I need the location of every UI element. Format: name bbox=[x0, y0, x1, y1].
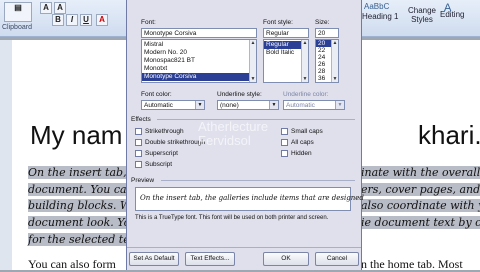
document-line: document. You can bbox=[28, 183, 134, 196]
document-line: building blocks. W bbox=[28, 199, 132, 212]
preview-divider bbox=[161, 180, 355, 181]
scroll-up-icon[interactable]: ▲ bbox=[332, 40, 338, 46]
double-strikethrough-label: Double strikethrough bbox=[145, 139, 205, 146]
font-size-grow-button[interactable]: A bbox=[40, 2, 52, 14]
subscript-label: Subscript bbox=[145, 161, 173, 168]
underline-style-label: Underline style: bbox=[217, 91, 262, 98]
font-list-item-selected[interactable]: Monotype Corsiva bbox=[142, 73, 256, 81]
style-gallery-preview[interactable]: AaBbC bbox=[364, 2, 389, 11]
effects-label: Effects bbox=[131, 116, 151, 123]
font-label: Font: bbox=[141, 19, 156, 26]
paste-icon[interactable]: ▤ bbox=[4, 2, 32, 22]
superscript-checkbox[interactable] bbox=[135, 150, 142, 157]
truetype-note: This is a TrueType font. This font will … bbox=[135, 215, 329, 221]
hidden-label: Hidden bbox=[291, 150, 312, 157]
button-divider bbox=[127, 247, 361, 248]
font-list-scrollbar[interactable]: ▲ ▼ bbox=[249, 40, 256, 82]
preview-box: On the insert tab, the galleries include… bbox=[135, 187, 364, 211]
document-line: inate with the overall lo bbox=[361, 166, 480, 179]
all-caps-label: All caps bbox=[291, 139, 314, 146]
preview-text: On the insert tab, the galleries include… bbox=[140, 194, 364, 202]
change-styles-button[interactable]: Change Styles bbox=[406, 6, 438, 24]
hidden-checkbox[interactable] bbox=[281, 150, 288, 157]
bold-button[interactable]: B bbox=[52, 14, 64, 26]
strikethrough-checkbox[interactable] bbox=[135, 128, 142, 135]
scroll-down-icon[interactable]: ▼ bbox=[332, 76, 338, 82]
style-heading1[interactable]: Heading 1 bbox=[362, 12, 398, 21]
cancel-button[interactable]: Cancel bbox=[315, 252, 359, 266]
font-color-label: Font color: bbox=[141, 91, 172, 98]
font-color-value: Automatic bbox=[144, 102, 173, 109]
underline-style-select[interactable]: (none) ▼ bbox=[217, 100, 279, 110]
scroll-up-icon[interactable]: ▲ bbox=[302, 40, 308, 46]
preview-label: Preview bbox=[131, 177, 155, 184]
double-strikethrough-checkbox[interactable] bbox=[135, 139, 142, 146]
styles-area: AaBbC Heading 1 Change Styles A Editing bbox=[360, 0, 480, 36]
document-line: On the insert tab, bbox=[28, 166, 127, 179]
scroll-down-icon[interactable]: ▼ bbox=[250, 76, 256, 82]
ok-button[interactable]: OK bbox=[263, 252, 309, 266]
document-heading-left: My nam bbox=[30, 120, 123, 150]
document-line: for the selected text bbox=[28, 233, 141, 246]
font-list-item[interactable]: Modern No. 20 bbox=[142, 49, 256, 57]
underline-color-value: Automatic bbox=[286, 102, 315, 109]
size-label: Size: bbox=[315, 19, 330, 26]
font-style-input[interactable]: Regular bbox=[263, 28, 309, 38]
chevron-down-icon[interactable]: ▼ bbox=[269, 101, 278, 109]
scroll-down-icon[interactable]: ▼ bbox=[302, 76, 308, 82]
size-list-scrollbar[interactable]: ▲ ▼ bbox=[331, 40, 338, 82]
font-size-input[interactable]: 20 bbox=[315, 28, 339, 38]
subscript-checkbox[interactable] bbox=[135, 161, 142, 168]
watermark-line: Atherlecture bbox=[198, 119, 269, 134]
font-list-item[interactable]: Monotxt bbox=[142, 65, 256, 73]
watermark-text: Atherlecture Fervidsol bbox=[198, 120, 268, 148]
font-name-input[interactable]: Monotype Corsiva bbox=[141, 28, 257, 38]
set-as-default-button[interactable]: Set As Default bbox=[129, 252, 179, 266]
chevron-down-icon[interactable]: ▼ bbox=[195, 101, 204, 109]
scroll-up-icon[interactable]: ▲ bbox=[250, 40, 256, 46]
font-style-list[interactable]: Regular Bold Italic ▲ ▼ bbox=[263, 39, 309, 83]
document-line: ers, cover pages, and oth bbox=[361, 183, 480, 196]
underline-color-select[interactable]: Automatic ▼ bbox=[283, 100, 345, 110]
small-caps-label: Small caps bbox=[291, 128, 323, 135]
text-effects-button[interactable]: Text Effects... bbox=[185, 252, 235, 266]
font-color-select[interactable]: Automatic ▼ bbox=[141, 100, 205, 110]
document-line: document look. You bbox=[28, 216, 138, 229]
document-line: ie document text by choo bbox=[361, 216, 480, 229]
chevron-down-icon[interactable]: ▼ bbox=[335, 101, 344, 109]
editing-button[interactable]: Editing bbox=[440, 10, 464, 19]
font-list[interactable]: Mistral Modern No. 20 Monospac821 BT Mon… bbox=[141, 39, 257, 83]
font-size-list[interactable]: 20 22 24 26 28 36 ▲ ▼ bbox=[315, 39, 339, 83]
underline-color-label: Underline color: bbox=[283, 91, 329, 98]
font-list-item[interactable]: Monospac821 BT bbox=[142, 57, 256, 65]
all-caps-checkbox[interactable] bbox=[281, 139, 288, 146]
font-list-item[interactable]: Mistral bbox=[142, 41, 256, 49]
watermark-line: Fervidsol bbox=[198, 133, 251, 148]
italic-button[interactable]: I bbox=[66, 14, 78, 26]
font-size-shrink-button[interactable]: A bbox=[54, 2, 66, 14]
clipboard-label: Clipboard bbox=[2, 24, 32, 31]
document-heading-right: khari. bbox=[418, 120, 480, 150]
document-line: also coordinate with yo bbox=[361, 199, 480, 212]
superscript-label: Superscript bbox=[145, 150, 178, 157]
underline-style-value: (none) bbox=[220, 102, 239, 109]
strikethrough-label: Strikethrough bbox=[145, 128, 184, 135]
underline-button[interactable]: U bbox=[80, 14, 92, 26]
font-style-label: Font style: bbox=[263, 19, 293, 26]
small-caps-checkbox[interactable] bbox=[281, 128, 288, 135]
font-color-button[interactable]: A bbox=[96, 14, 108, 26]
style-list-scrollbar[interactable]: ▲ ▼ bbox=[301, 40, 308, 82]
